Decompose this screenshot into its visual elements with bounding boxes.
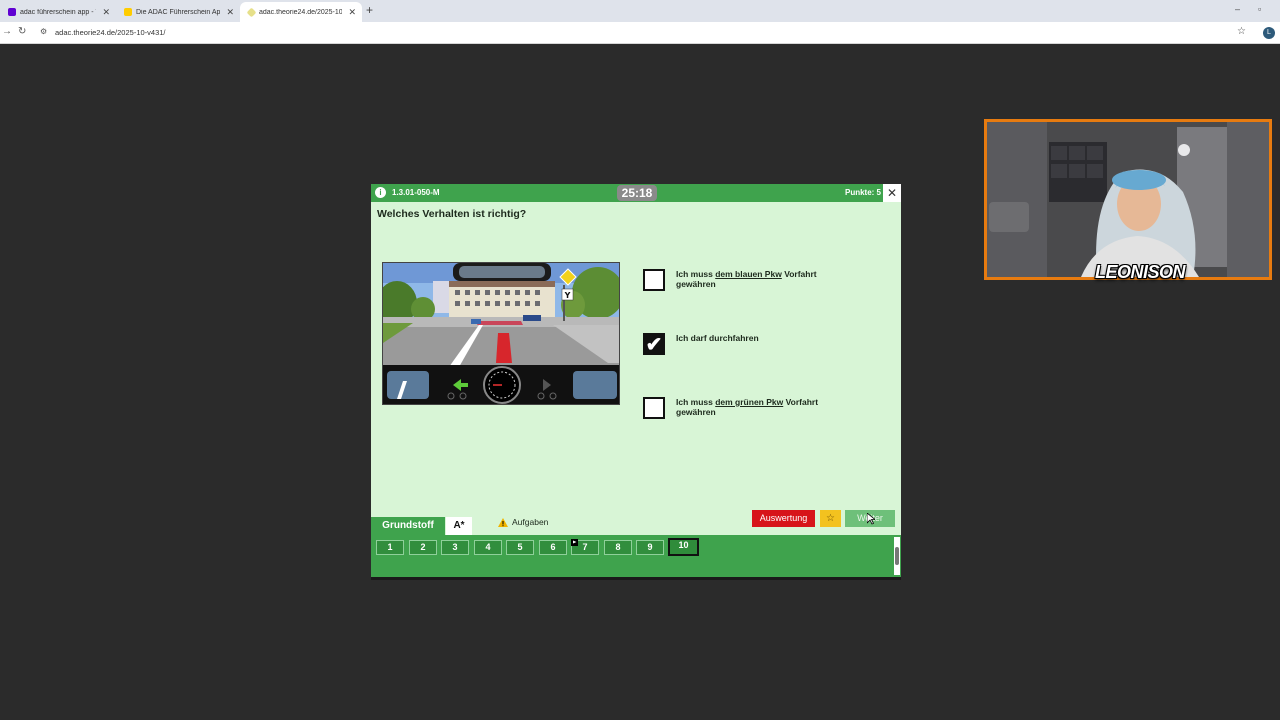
answer-text-part: Ich muss [676, 269, 716, 279]
question-number-button[interactable]: 1 [376, 540, 404, 555]
webcam-feed-image [987, 122, 1269, 277]
answer-text: Ich darf durchfahren [676, 333, 836, 343]
tab-title: adac.theorie24.de/2025-10-v431/ [259, 8, 343, 16]
driving-scene-image: Y [382, 262, 620, 405]
browser-tab-theorie24[interactable]: adac.theorie24.de/2025-10-v431/ ✕ [240, 2, 362, 22]
question-number-button-current[interactable]: 10 [668, 538, 699, 556]
streamer-name-logo: LEONISON [1095, 262, 1186, 282]
forward-icon[interactable]: → [2, 26, 12, 37]
answer-text-link[interactable]: dem blauen Pkw [715, 269, 782, 279]
question-number-button[interactable]: 2 [409, 540, 437, 555]
new-tab-icon[interactable]: + [366, 3, 373, 17]
question-number-button[interactable]: 8 [604, 540, 632, 555]
star-favorite-button[interactable]: ☆ [820, 510, 841, 527]
close-tab-icon[interactable]: ✕ [348, 7, 356, 18]
tasks-label: Aufgaben [512, 517, 549, 527]
answer-option-2[interactable]: ✔ Ich darf durchfahren [643, 333, 836, 355]
bookmark-star-icon[interactable]: ☆ [1237, 26, 1246, 37]
profile-avatar[interactable]: L [1263, 27, 1275, 39]
answer-text: Ich muss dem blauen Pkw Vorfahrt gewähre… [676, 269, 836, 289]
evaluation-button[interactable]: Auswertung [752, 510, 815, 527]
tasks-link[interactable]: Aufgaben [498, 517, 548, 527]
scrollbar-thumb[interactable] [895, 547, 899, 565]
checkmark-icon: ✔ [645, 334, 663, 356]
reload-icon[interactable]: ↻ [18, 26, 26, 37]
svg-text:Y: Y [564, 291, 571, 300]
answer-text-part: Ich darf durchfahren [676, 333, 759, 343]
answer-checkbox[interactable] [643, 269, 665, 291]
quiz-modal: i 1.3.01-050-M 25:18 Punkte: 5 ✕ Welches… [371, 184, 901, 580]
quiz-header: i 1.3.01-050-M 25:18 Punkte: 5 ✕ [371, 184, 901, 202]
yahoo-favicon-icon [8, 8, 16, 16]
close-icon[interactable]: ✕ [883, 184, 901, 202]
tab-grundstoff[interactable]: Grundstoff [371, 517, 445, 535]
site-info-icon[interactable]: ⚙ [40, 27, 47, 36]
url-field[interactable]: adac.theorie24.de/2025-10-v431/ [55, 28, 166, 37]
webcam-overlay [984, 119, 1272, 280]
question-number-label: 7 [582, 542, 588, 552]
answer-text: Ich muss dem grünen Pkw Vorfahrt gewähre… [676, 397, 836, 417]
answer-checkbox-checked[interactable]: ✔ [643, 333, 665, 355]
question-code: 1.3.01-050-M [392, 188, 440, 197]
points-label: Punkte: 5 [844, 188, 881, 197]
question-navigation-bar: 1 2 3 4 5 6 7 8 9 10 [371, 535, 901, 577]
question-number-button[interactable]: 9 [636, 540, 664, 555]
question-number-button[interactable]: 4 [474, 540, 502, 555]
browser-address-bar: → ↻ ⚙ adac.theorie24.de/2025-10-v431/ ☆ … [0, 22, 1280, 44]
question-number-button-flagged[interactable]: 7 [571, 539, 599, 555]
answer-checkbox[interactable] [643, 397, 665, 419]
tab-title: adac führerschein app - Yahoo [20, 8, 96, 16]
question-number-button[interactable]: 5 [506, 540, 534, 555]
answer-option-3[interactable]: Ich muss dem grünen Pkw Vorfahrt gewähre… [643, 397, 836, 419]
info-icon[interactable]: i [375, 187, 386, 198]
browser-tab-adac-app[interactable]: Die ADAC Führerschein App ✕ [116, 2, 240, 22]
question-scrollbar[interactable] [894, 537, 900, 575]
close-tab-icon[interactable]: ✕ [102, 7, 110, 18]
theorie24-favicon-icon [246, 7, 257, 17]
adac-favicon-icon [124, 8, 132, 16]
question-number-button[interactable]: 3 [441, 540, 469, 555]
browser-tabbar: adac führerschein app - Yahoo ✕ Die ADAC… [0, 0, 1280, 22]
mouse-cursor-icon [867, 513, 875, 525]
minimize-icon[interactable]: – [1235, 4, 1240, 14]
question-number-button[interactable]: 6 [539, 540, 567, 555]
answer-text-link[interactable]: dem grünen Pkw [715, 397, 783, 407]
maximize-icon[interactable]: ▫ [1258, 4, 1261, 14]
warning-icon [498, 517, 508, 527]
flag-icon [571, 539, 578, 546]
tab-title: Die ADAC Führerschein App [136, 8, 221, 16]
question-text: Welches Verhalten ist richtig? [377, 208, 527, 220]
browser-tab-yahoo[interactable]: adac führerschein app - Yahoo ✕ [0, 2, 116, 22]
answer-option-1[interactable]: Ich muss dem blauen Pkw Vorfahrt gewähre… [643, 269, 836, 291]
tab-license-class[interactable]: A* [446, 517, 472, 535]
close-tab-icon[interactable]: ✕ [226, 7, 234, 18]
answer-text-part: Ich muss [676, 397, 716, 407]
exam-timer: 25:18 [617, 185, 657, 201]
